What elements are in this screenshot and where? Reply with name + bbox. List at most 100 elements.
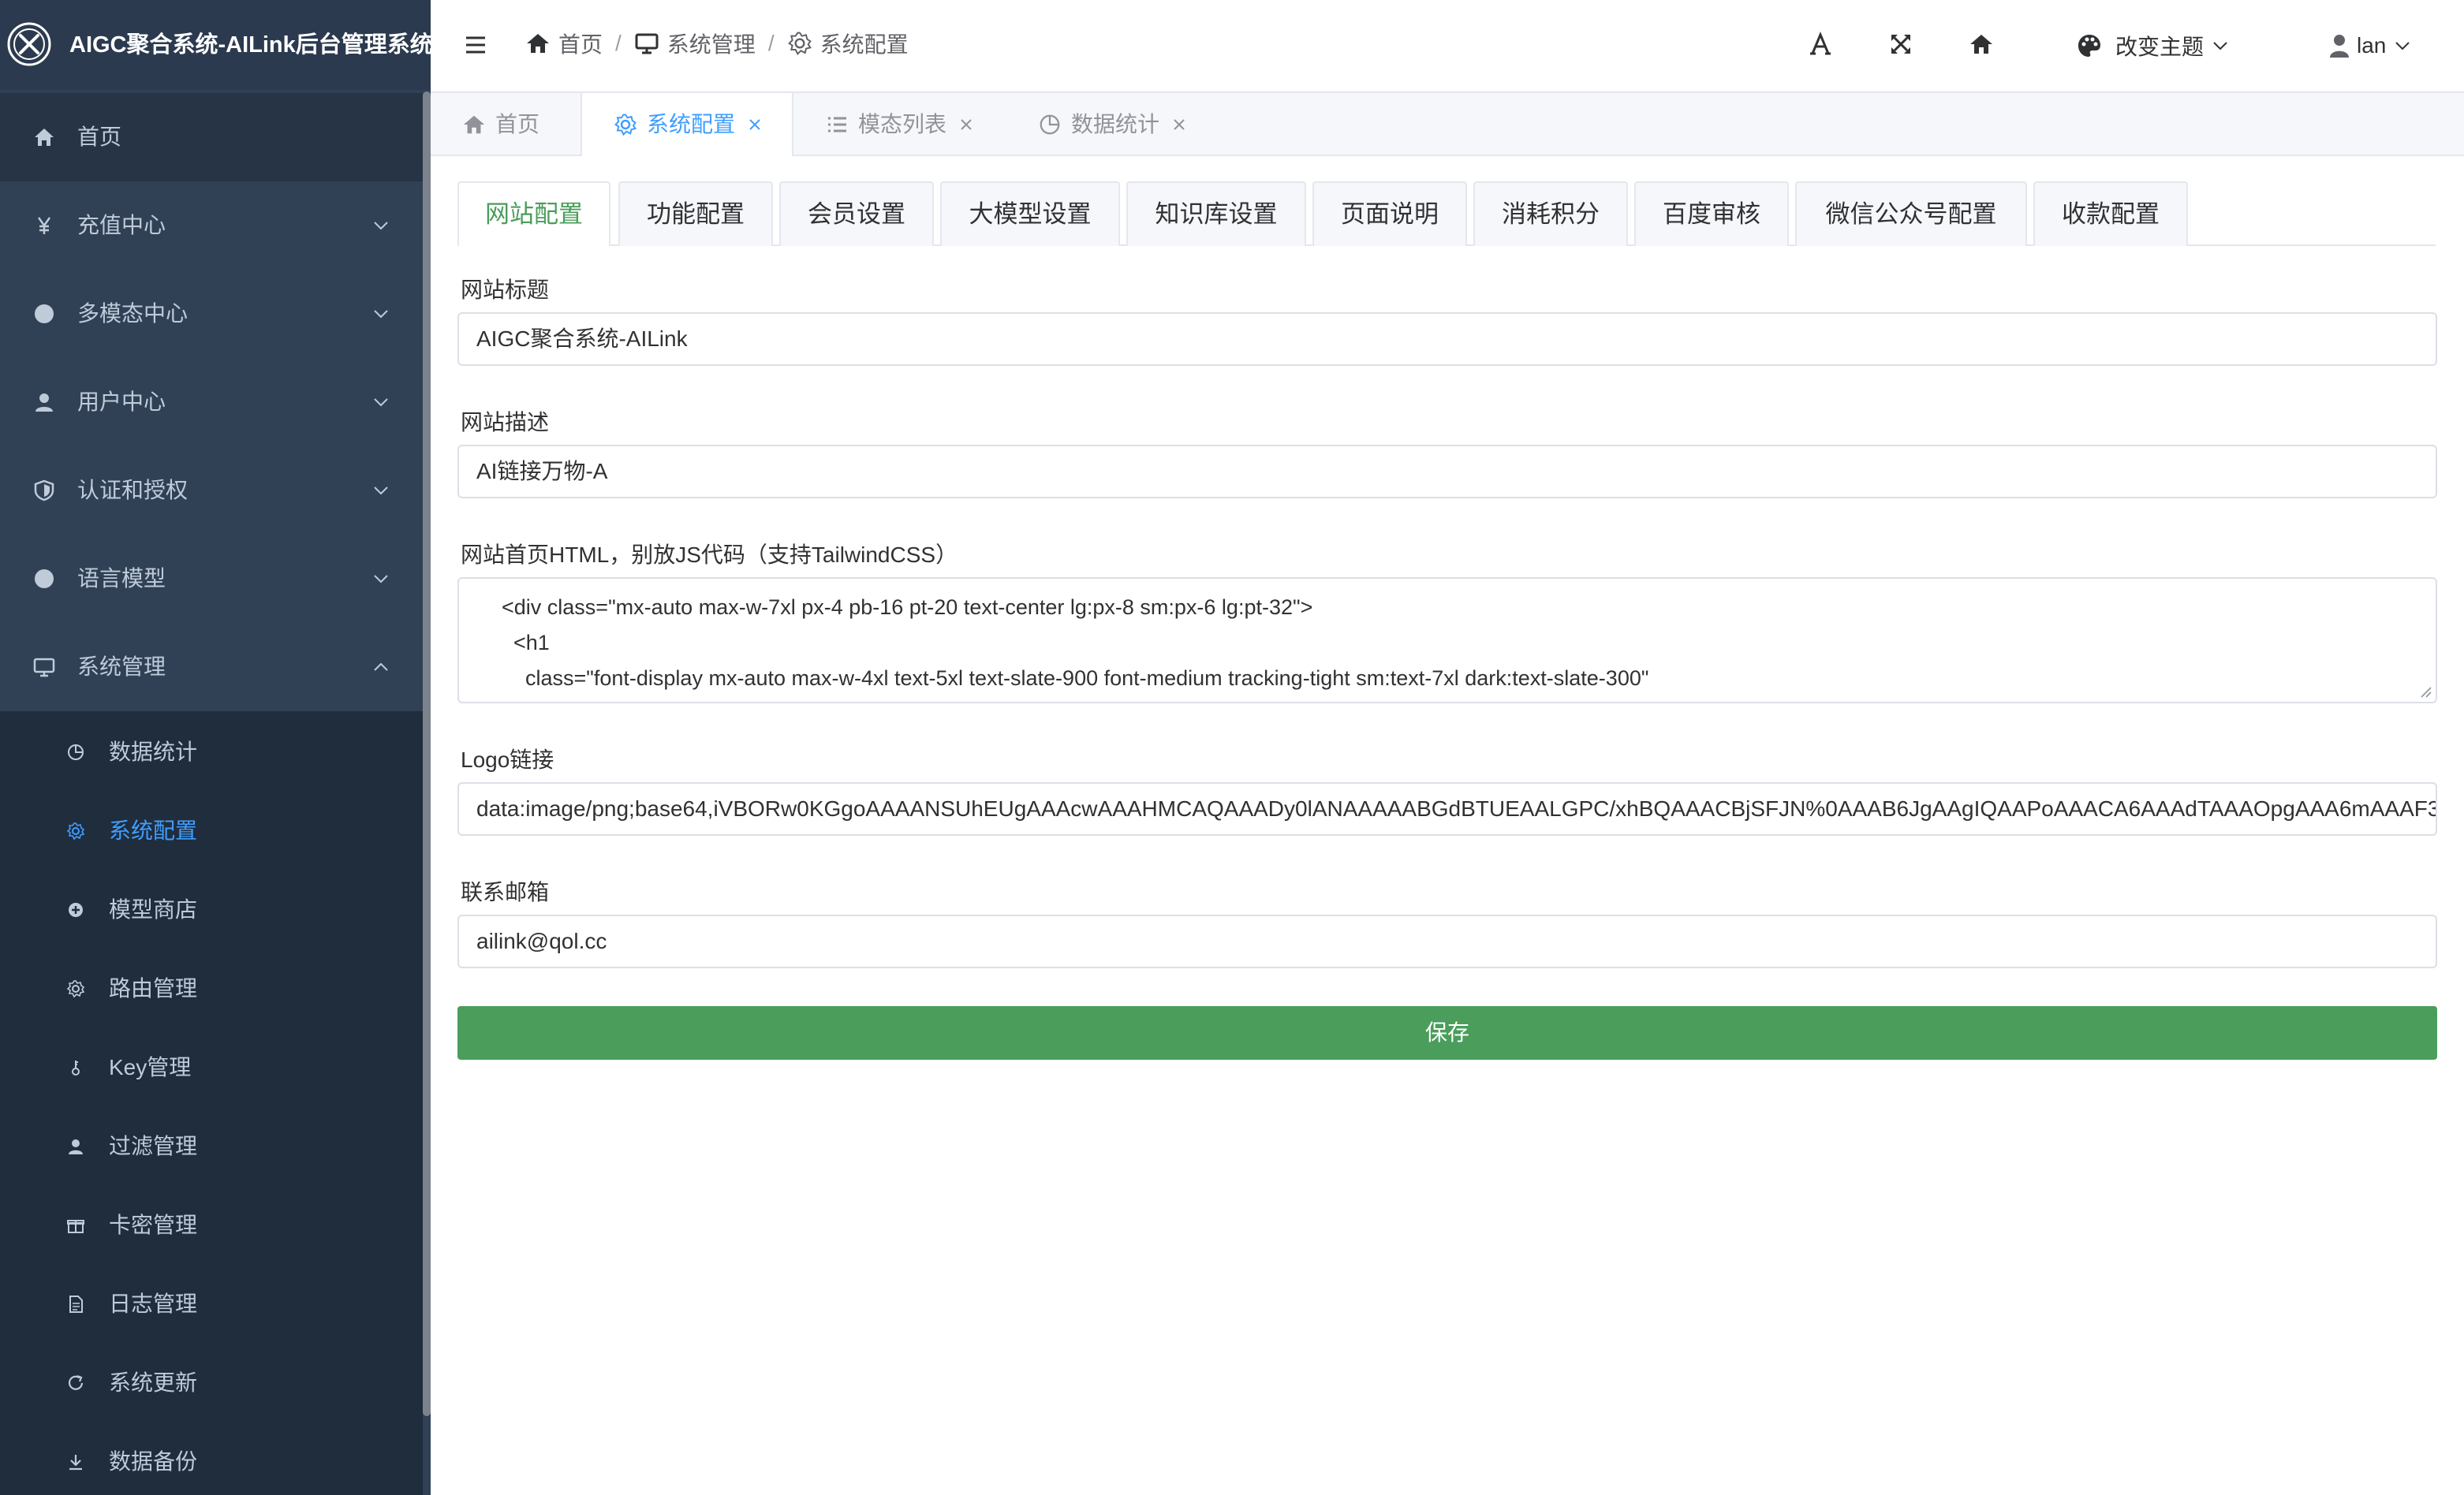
tag-label: 模态列表 xyxy=(858,112,947,136)
home-icon xyxy=(35,129,54,146)
tab-site-config[interactable]: 网站配置 xyxy=(457,181,610,246)
site-desc-input[interactable]: AI链接万物-A xyxy=(457,445,2437,498)
textarea-line: class="font-display mx-auto max-w-4xl te… xyxy=(478,666,1649,690)
shield-icon xyxy=(34,479,54,501)
email-input[interactable]: ailink@qol.cc xyxy=(457,915,2437,968)
sidebar-item-system-update[interactable]: 系统更新 xyxy=(0,1344,423,1422)
breadcrumb-label: 系统配置 xyxy=(819,32,909,57)
sidebar-item-log-management[interactable]: 日志管理 xyxy=(0,1265,423,1344)
sidebar-item-label: 认证和授权 xyxy=(77,478,189,502)
chevron-down-icon xyxy=(374,398,388,407)
tab-payment-config[interactable]: 收款配置 xyxy=(2033,181,2188,246)
sidebar-item-route-management[interactable]: 路由管理 xyxy=(0,949,423,1028)
tag-modal-list[interactable]: 模态列表 xyxy=(825,93,1022,156)
tags-view: 首页 系统配置 模态列表 数据统计 xyxy=(431,91,2464,156)
sidebar-item-label: 用户中心 xyxy=(77,390,166,414)
close-icon[interactable] xyxy=(748,117,762,132)
tab-page-description[interactable]: 页面说明 xyxy=(1312,181,1467,246)
sidebar-item-filter-management[interactable]: 过滤管理 xyxy=(0,1107,423,1186)
key-icon xyxy=(72,1061,80,1076)
breadcrumb-system-config: 系统配置 xyxy=(787,28,909,59)
sidebar-item-label: 卡密管理 xyxy=(109,1213,198,1237)
sidebar-item-label: 路由管理 xyxy=(109,976,198,1001)
tab-feature-config[interactable]: 功能配置 xyxy=(618,181,773,246)
tag-label: 系统配置 xyxy=(647,112,736,136)
sidebar-item-data-stats[interactable]: 数据统计 xyxy=(0,713,423,792)
gear-icon xyxy=(66,822,85,841)
chevron-up-icon xyxy=(374,662,388,671)
sidebar-item-model-store[interactable]: 模型商店 xyxy=(0,871,423,949)
user-icon xyxy=(35,393,53,412)
sidebar-item-system-management[interactable]: 系统管理 xyxy=(0,623,423,711)
sidebar-item-multimodal[interactable]: 多模态中心 xyxy=(0,270,423,358)
chevron-down-icon xyxy=(374,575,388,583)
email-label: 联系邮箱 xyxy=(461,880,550,904)
font-size-icon[interactable] xyxy=(1808,32,1833,57)
tag-home[interactable]: 首页 xyxy=(462,93,581,156)
sidebar-item-label: 日志管理 xyxy=(109,1292,198,1316)
tab-llm-settings[interactable]: 大模型设置 xyxy=(940,181,1120,246)
gear-icon xyxy=(66,980,85,998)
sidebar-item-recharge[interactable]: 充值中心 xyxy=(0,181,423,270)
main-content: 网站配置 功能配置 会员设置 大模型设置 知识库设置 页面说明 消耗积分 百度审… xyxy=(431,156,2464,1495)
breadcrumb-separator: / xyxy=(767,31,775,55)
sidebar-item-label: 充值中心 xyxy=(77,213,166,237)
plus-circle-icon xyxy=(69,903,83,917)
save-button[interactable]: 保存 xyxy=(457,1006,2437,1060)
sidebar-logo[interactable]: AIGC聚合系统-AILink后台管理系统 xyxy=(0,0,431,90)
tab-baidu-review[interactable]: 百度审核 xyxy=(1634,181,1789,246)
resize-handle-icon[interactable] xyxy=(2418,684,2432,699)
tab-member-settings[interactable]: 会员设置 xyxy=(779,181,934,246)
breadcrumb-separator: / xyxy=(615,31,622,55)
site-desc-label: 网站描述 xyxy=(461,410,550,434)
logo-link-input[interactable]: data:image/png;base64,iVBORw0KGgoAAAANSU… xyxy=(457,782,2437,836)
close-icon[interactable] xyxy=(959,117,973,132)
sidebar-item-auth[interactable]: 认证和授权 xyxy=(0,446,423,535)
fullscreen-icon[interactable] xyxy=(1888,32,1913,57)
sidebar-item-key-management[interactable]: Key管理 xyxy=(0,1028,423,1107)
sidebar-item-user-center[interactable]: 用户中心 xyxy=(0,358,423,446)
sidebar-item-label: 首页 xyxy=(77,125,122,149)
gear-icon xyxy=(787,32,812,56)
site-title-input[interactable]: AIGC聚合系统-AILink xyxy=(457,312,2437,366)
home-icon xyxy=(463,115,485,134)
palette-icon xyxy=(2078,35,2100,57)
sidebar-item-label: 过滤管理 xyxy=(109,1134,198,1158)
tab-knowledge-settings[interactable]: 知识库设置 xyxy=(1126,181,1306,246)
sidebar-item-label: 语言模型 xyxy=(77,566,166,591)
sidebar-item-label: 数据备份 xyxy=(109,1449,198,1474)
hamburger-icon[interactable] xyxy=(464,33,487,57)
theme-switch[interactable]: 改变主题 xyxy=(2076,0,2242,91)
sidebar-item-home[interactable]: 首页 xyxy=(0,93,423,181)
sidebar-item-data-backup[interactable]: 数据备份 xyxy=(0,1422,423,1495)
sidebar-item-label: Key管理 xyxy=(109,1055,192,1079)
monitor-icon xyxy=(635,33,659,54)
home-html-label: 网站首页HTML，别放JS代码（支持TailwindCSS） xyxy=(461,542,958,567)
textarea-line: <div class="mx-auto max-w-7xl px-4 pb-16… xyxy=(478,595,1313,619)
gift-icon xyxy=(67,1220,84,1233)
home-html-textarea[interactable]: <div class="mx-auto max-w-7xl px-4 pb-16… xyxy=(457,577,2437,703)
logo-link-label: Logo链接 xyxy=(461,748,554,772)
site-title-label: 网站标题 xyxy=(461,278,550,302)
home-icon[interactable] xyxy=(1969,32,1994,57)
sidebar-item-system-config[interactable]: 系统配置 xyxy=(0,792,423,871)
close-icon[interactable] xyxy=(1172,117,1186,132)
sidebar: AIGC聚合系统-AILink后台管理系统 首页 充值中心 多模态中心 用户中心… xyxy=(0,0,431,1495)
tag-system-config[interactable]: 系统配置 xyxy=(581,93,793,156)
sidebar-item-card-management[interactable]: 卡密管理 xyxy=(0,1186,423,1265)
breadcrumb-home[interactable]: 首页 xyxy=(525,28,603,59)
user-filter-icon xyxy=(69,1139,83,1154)
tab-points-consumption[interactable]: 消耗积分 xyxy=(1473,181,1628,246)
sidebar-scrollbar[interactable] xyxy=(423,91,431,1416)
circle-icon xyxy=(35,569,54,588)
breadcrumb-system-management[interactable]: 系统管理 xyxy=(634,28,756,59)
navbar: 首页 / 系统管理 / 系统配置 改变主题 lan xyxy=(431,0,2464,91)
sidebar-item-language-model[interactable]: 语言模型 xyxy=(0,535,423,623)
monitor-icon xyxy=(33,658,55,677)
user-menu[interactable]: lan xyxy=(2328,0,2411,91)
tab-wechat-config[interactable]: 微信公众号配置 xyxy=(1795,181,2027,246)
sidebar-item-label: 模型商店 xyxy=(109,897,198,922)
document-icon xyxy=(69,1296,83,1313)
tag-data-stats[interactable]: 数据统计 xyxy=(1038,93,1243,156)
gear-icon xyxy=(614,114,637,136)
